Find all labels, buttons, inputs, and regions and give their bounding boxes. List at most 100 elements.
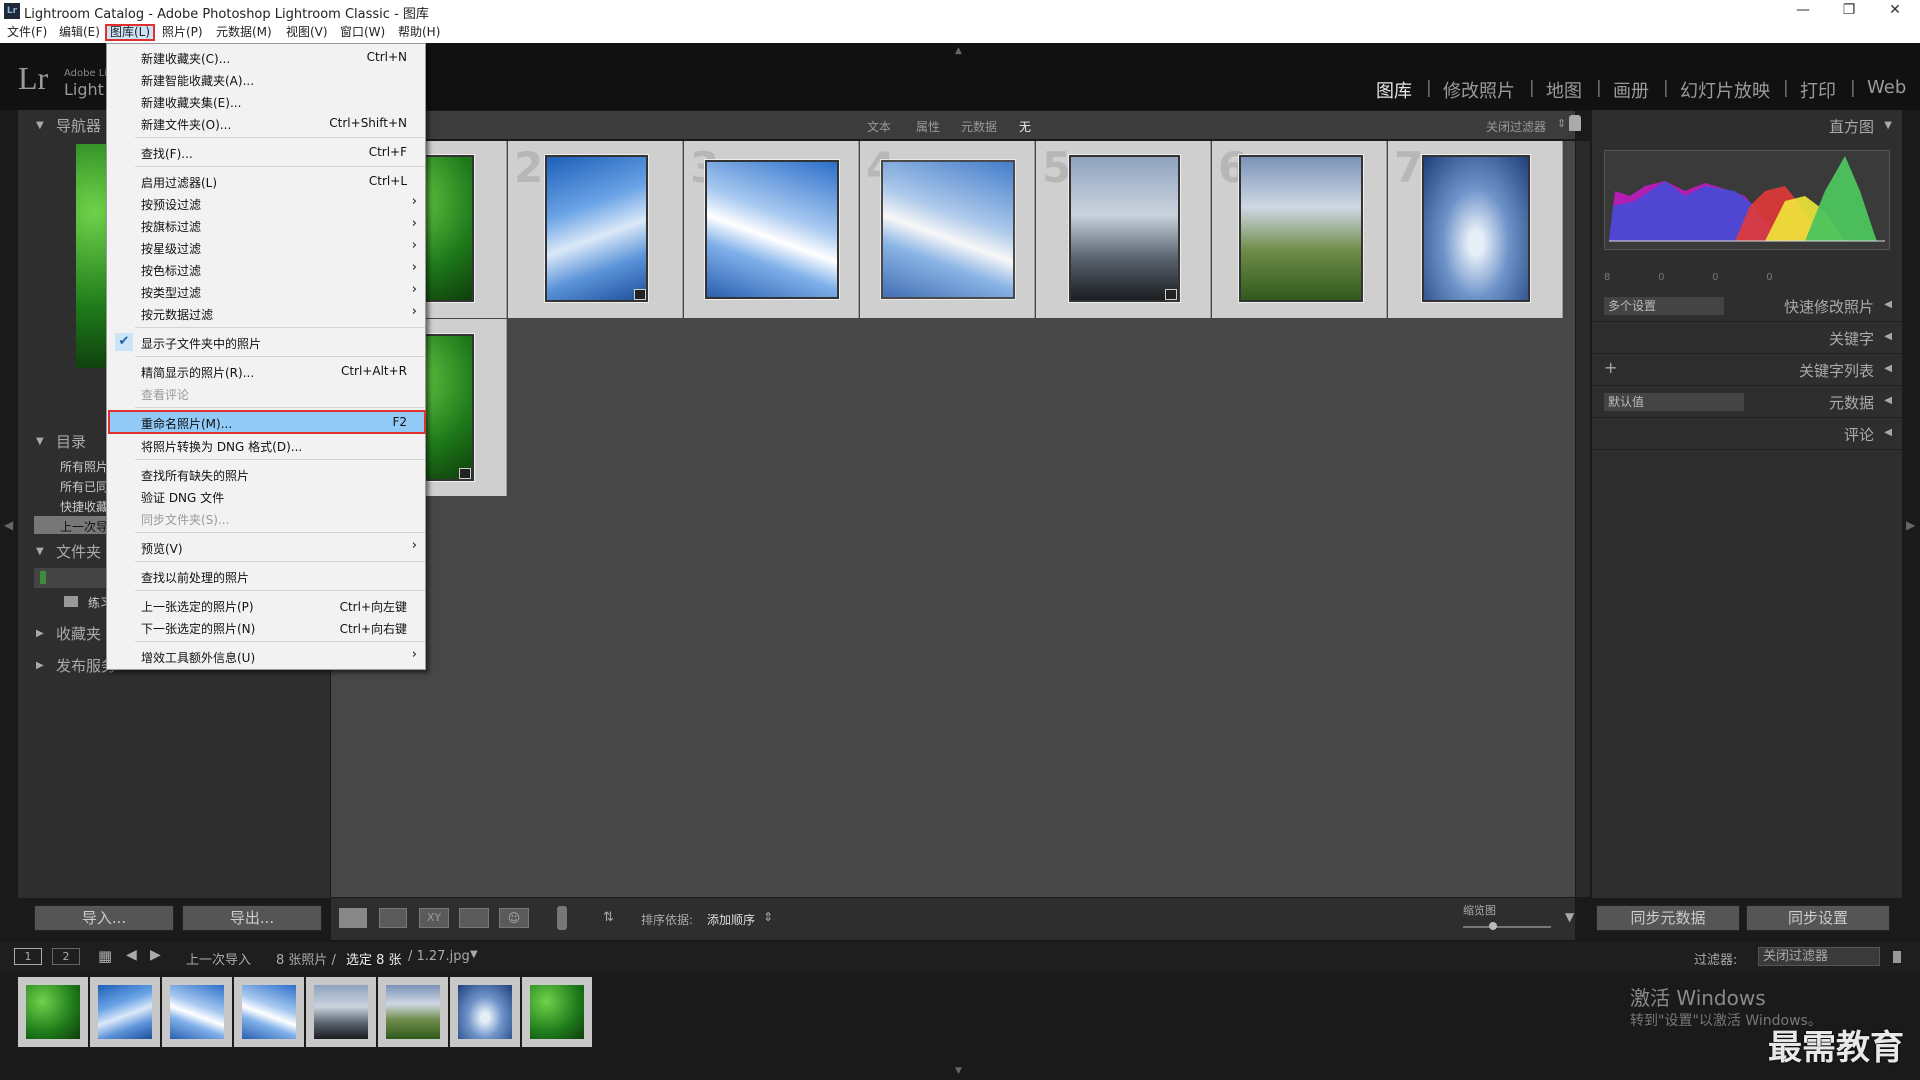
loupe-view-icon[interactable] <box>379 908 407 928</box>
catalog-header[interactable]: 目录 <box>56 431 86 452</box>
menu-item-convert-to-dng[interactable]: 将照片转换为 DNG 格式(D)... <box>108 434 426 456</box>
menu-item-new-collection[interactable]: 新建收藏夹(C)... Ctrl+N <box>108 46 426 68</box>
compare-view-icon[interactable]: XY <box>419 908 449 928</box>
filter-metadata[interactable]: 元数据 <box>961 118 997 135</box>
grid-scrollbar[interactable] <box>1576 141 1590 897</box>
grid-cell[interactable]: 6 <box>1212 141 1387 318</box>
menu-item-previous-photo[interactable]: 上一张选定的照片(P) Ctrl+向左键 <box>108 594 426 616</box>
catalog-item[interactable]: 快捷收藏 <box>60 498 108 515</box>
bottom-panel-toggle-icon[interactable]: ▼ <box>955 1066 962 1076</box>
keywording-header[interactable]: 关键字 <box>1829 328 1874 349</box>
source-menu-chevron-icon[interactable]: ▼ <box>470 949 478 960</box>
keyword-list-header[interactable]: 关键字列表 <box>1799 360 1874 381</box>
window-2-button[interactable]: 2 <box>52 948 80 965</box>
grid-cell[interactable]: 5 <box>1036 141 1211 318</box>
slider-handle[interactable] <box>1489 922 1497 930</box>
filmstrip-thumbnail[interactable] <box>378 977 448 1047</box>
grid-view-icon[interactable] <box>339 908 367 928</box>
metadata-header[interactable]: 元数据 <box>1829 392 1874 413</box>
menu-item-filter-by-kind[interactable]: 按类型过滤 › <box>108 280 426 302</box>
menu-item-enable-filters[interactable]: 启用过滤器(L) Ctrl+L <box>108 170 426 192</box>
photo-thumbnail[interactable] <box>705 160 839 299</box>
painter-icon[interactable] <box>557 906 567 930</box>
menu-item-rename-photo[interactable]: 重命名照片(M)... F2 <box>108 410 426 434</box>
import-button[interactable]: 导入... <box>34 905 174 931</box>
menu-item-new-smart-collection[interactable]: 新建智能收藏夹(A)... <box>108 68 426 90</box>
menu-item-filter-by-color[interactable]: 按色标过滤 › <box>108 258 426 280</box>
filmstrip-filter-dropdown[interactable]: 关闭过滤器 <box>1758 947 1880 966</box>
grid-cell[interactable]: 2 <box>508 141 683 318</box>
minimize-icon[interactable]: — <box>1780 0 1826 22</box>
filmstrip-source[interactable]: 上一次导入 <box>186 949 251 968</box>
close-icon[interactable]: ✕ <box>1872 0 1918 22</box>
filmstrip-thumbnail[interactable] <box>450 977 520 1047</box>
module-slideshow[interactable]: 幻灯片放映 <box>1680 77 1770 103</box>
survey-view-icon[interactable] <box>459 908 489 928</box>
collections-expand-icon[interactable]: ▶ <box>36 628 44 639</box>
filter-preset[interactable]: 关闭过滤器 <box>1486 118 1546 135</box>
filmstrip-thumbnail[interactable] <box>306 977 376 1047</box>
comments-expand-icon[interactable]: ◀ <box>1884 427 1892 438</box>
grid-cell[interactable]: 7 <box>1388 141 1563 318</box>
menu-item-find[interactable]: 查找(F)... Ctrl+F <box>108 141 426 163</box>
quick-develop-section[interactable]: 多个设置 快速修改照片 ◀ <box>1592 290 1902 322</box>
photo-thumbnail[interactable] <box>1239 155 1363 302</box>
histogram-header[interactable]: 直方图 <box>1829 116 1874 137</box>
keyword-list-section[interactable]: + 关键字列表 ◀ <box>1592 354 1902 386</box>
grid-icon[interactable]: ▦ <box>98 947 112 965</box>
filmstrip-thumbnail[interactable] <box>90 977 160 1047</box>
menu-item-find-previous-photos[interactable]: 查找以前处理的照片 <box>108 565 426 587</box>
menu-photo[interactable]: 照片(P) <box>159 24 206 41</box>
module-develop[interactable]: 修改照片 <box>1443 77 1515 103</box>
filter-lock-icon[interactable] <box>1893 951 1901 963</box>
grid-cell[interactable]: 4 <box>860 141 1035 318</box>
photo-thumbnail[interactable] <box>1422 155 1530 302</box>
histogram-collapse-icon[interactable]: ▼ <box>1884 120 1892 131</box>
menu-window[interactable]: 窗口(W) <box>337 24 388 41</box>
thumbnail-size-slider[interactable] <box>1463 926 1551 928</box>
lock-icon[interactable] <box>1569 115 1581 131</box>
keyword-list-expand-icon[interactable]: ◀ <box>1884 363 1892 374</box>
navigator-collapse-icon[interactable]: ▼ <box>36 120 44 131</box>
right-panel-toggle-icon[interactable]: ▶ <box>1906 518 1915 532</box>
module-map[interactable]: 地图 <box>1546 77 1582 103</box>
menu-library[interactable]: 图库(L) <box>105 24 156 41</box>
filter-text[interactable]: 文本 <box>867 118 891 135</box>
comments-section[interactable]: 评论 ◀ <box>1592 418 1902 450</box>
add-keyword-icon[interactable]: + <box>1604 358 1617 377</box>
menu-view[interactable]: 视图(V) <box>283 24 331 41</box>
menu-metadata[interactable]: 元数据(M) <box>213 24 275 41</box>
restore-icon[interactable]: ❐ <box>1826 0 1872 22</box>
quick-develop-expand-icon[interactable]: ◀ <box>1884 299 1892 310</box>
sort-direction-icon[interactable]: ⇅ <box>603 910 614 925</box>
menu-item-new-collection-set[interactable]: 新建收藏夹集(E)... <box>108 90 426 112</box>
sort-chevron-icon[interactable]: ⇕ <box>763 910 773 924</box>
menu-file[interactable]: 文件(F) <box>4 24 50 41</box>
people-view-icon[interactable]: ☺ <box>499 908 529 928</box>
toolbar-menu-chevron-icon[interactable]: ▼ <box>1565 910 1574 924</box>
keywording-expand-icon[interactable]: ◀ <box>1884 331 1892 342</box>
filter-none[interactable]: 无 <box>1019 118 1031 135</box>
menu-item-filter-by-metadata[interactable]: 按元数据过滤 › <box>108 302 426 324</box>
filmstrip-thumbnail[interactable] <box>234 977 304 1047</box>
filter-attribute[interactable]: 属性 <box>916 118 940 135</box>
catalog-item[interactable]: 所有照片 <box>60 458 108 475</box>
sort-dropdown[interactable]: 添加顺序 <box>707 911 755 928</box>
folders-collapse-icon[interactable]: ▼ <box>36 546 44 557</box>
menu-item-filter-by-flag[interactable]: 按旗标过滤 › <box>108 214 426 236</box>
menu-help[interactable]: 帮助(H) <box>395 24 443 41</box>
export-button[interactable]: 导出... <box>182 905 322 931</box>
comments-header[interactable]: 评论 <box>1844 424 1874 445</box>
menu-item-find-missing-photos[interactable]: 查找所有缺失的照片 <box>108 463 426 485</box>
photo-thumbnail[interactable] <box>545 155 648 302</box>
menu-item-show-subfolder-photos[interactable]: ✔ 显示子文件夹中的照片 <box>108 331 426 353</box>
grid-cell[interactable]: 3 <box>684 141 859 318</box>
module-library[interactable]: 图库 <box>1376 77 1412 103</box>
catalog-collapse-icon[interactable]: ▼ <box>36 436 44 447</box>
menu-edit[interactable]: 编辑(E) <box>56 24 103 41</box>
menu-item-validate-dng[interactable]: 验证 DNG 文件 <box>108 485 426 507</box>
module-web[interactable]: Web <box>1867 77 1906 98</box>
back-arrow-icon[interactable]: ◀ <box>126 947 137 963</box>
keywording-section[interactable]: 关键字 ◀ <box>1592 322 1902 354</box>
quick-develop-header[interactable]: 快速修改照片 <box>1784 296 1874 317</box>
